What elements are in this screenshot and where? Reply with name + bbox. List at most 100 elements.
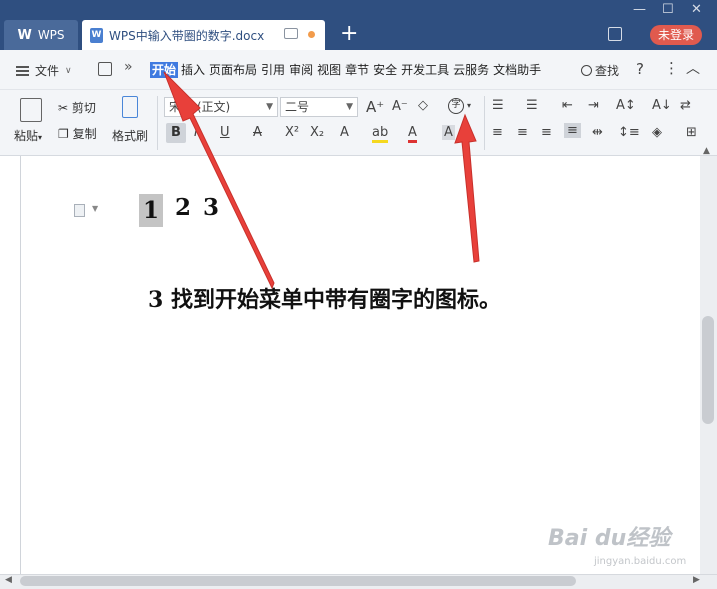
help-icon[interactable]: ? bbox=[636, 60, 644, 78]
font-name-select[interactable]: 宋体 (正文) ▼ bbox=[164, 97, 278, 117]
collapse-icon[interactable]: ︿ bbox=[686, 58, 700, 78]
clear-format-icon[interactable]: ◇ bbox=[418, 98, 428, 113]
wps-tab-label: WPS bbox=[37, 28, 65, 42]
line-spacing-icon[interactable]: ↕≡ bbox=[618, 125, 640, 140]
increase-indent-icon[interactable]: ⇥ bbox=[588, 98, 599, 113]
chevron-down-icon: ▼ bbox=[266, 102, 273, 112]
paragraph-icon[interactable] bbox=[74, 204, 85, 217]
title-bar: — ☐ ✕ W WPS W WPS中输入带圈的数字.docx + 未登录 bbox=[0, 0, 717, 50]
italic-icon[interactable]: I bbox=[194, 125, 198, 140]
tab-chapter[interactable]: 章节 bbox=[344, 62, 370, 78]
tab-references[interactable]: 引用 bbox=[260, 62, 286, 78]
wps-logo: W bbox=[17, 27, 32, 43]
circle-char-icon[interactable]: 字 bbox=[448, 98, 464, 114]
scroll-up-icon[interactable]: ▲ bbox=[703, 146, 710, 156]
document-numbers[interactable]: 1 2 3 bbox=[139, 194, 219, 227]
font-color-icon[interactable]: A bbox=[408, 125, 417, 143]
add-tab-icon[interactable]: + bbox=[340, 22, 358, 46]
monitor-icon[interactable] bbox=[284, 28, 298, 39]
number-2[interactable]: 2 bbox=[175, 194, 191, 227]
sort-icon[interactable]: A↓ bbox=[652, 98, 672, 113]
vertical-scroll-thumb[interactable] bbox=[702, 316, 714, 424]
grow-font-icon[interactable]: A⁺ bbox=[366, 98, 384, 116]
find-label: 查找 bbox=[595, 64, 620, 78]
ribbon-separator bbox=[484, 96, 485, 150]
document-canvas[interactable] bbox=[0, 156, 700, 574]
decrease-indent-icon[interactable]: ⇤ bbox=[562, 98, 573, 113]
underline-icon[interactable]: U bbox=[220, 125, 230, 140]
tab-cloud[interactable]: 云服务 bbox=[452, 62, 490, 78]
cut-label: 剪切 bbox=[71, 101, 96, 115]
subscript-icon[interactable]: X₂ bbox=[310, 125, 324, 140]
ribbon-toolbar: 粘贴▾ ✂ 剪切 ❐ 复制 格式刷 宋体 (正文) ▼ 二号 ▼ A⁺ A⁻ ◇… bbox=[0, 90, 717, 156]
window-layout-icon[interactable] bbox=[608, 27, 622, 41]
page-edge bbox=[20, 156, 21, 574]
save-icon[interactable] bbox=[98, 62, 112, 76]
doc-icon: W bbox=[90, 27, 103, 43]
bullet-list-icon[interactable]: ☰ bbox=[492, 98, 504, 113]
char-shading-icon[interactable]: A bbox=[442, 125, 455, 140]
find-button[interactable]: 查找 bbox=[581, 62, 619, 79]
format-painter-button[interactable]: 格式刷 bbox=[112, 127, 148, 144]
chevron-down-icon[interactable]: ▼ bbox=[92, 204, 98, 213]
chevron-down-icon: ▼ bbox=[346, 102, 353, 112]
highlight-icon[interactable]: ab bbox=[372, 125, 389, 143]
fill-icon[interactable]: ◈ bbox=[652, 125, 662, 140]
file-menu-label: 文件 bbox=[35, 64, 60, 78]
login-button[interactable]: 未登录 bbox=[650, 25, 702, 45]
format-painter-icon[interactable] bbox=[122, 96, 138, 118]
horizontal-scroll-thumb[interactable] bbox=[20, 576, 576, 586]
number-1[interactable]: 1 bbox=[139, 194, 164, 227]
text-effect-icon[interactable]: A bbox=[340, 125, 349, 140]
align-left-icon[interactable]: ≡ bbox=[492, 125, 503, 140]
shrink-font-icon[interactable]: A⁻ bbox=[392, 99, 408, 114]
number-3[interactable]: 3 bbox=[203, 194, 219, 227]
maximize-icon[interactable]: ☐ bbox=[662, 2, 674, 17]
align-right-icon[interactable]: ≡ bbox=[541, 125, 552, 140]
scroll-left-icon[interactable]: ◀ bbox=[5, 575, 12, 585]
tab-security[interactable]: 安全 bbox=[372, 62, 398, 78]
distribute-icon[interactable]: ⇹ bbox=[592, 125, 603, 140]
tab-page-layout[interactable]: 页面布局 bbox=[208, 62, 258, 78]
chevron-down-icon[interactable]: ▾ bbox=[467, 101, 471, 110]
copy-label: 复制 bbox=[72, 127, 97, 141]
menu-bar: 文件 ∨ » 开始 插入 页面布局 引用 审阅 视图 章节 安全 开发工具 云服… bbox=[0, 50, 717, 90]
wps-home-tab[interactable]: W WPS bbox=[4, 20, 78, 50]
tab-start[interactable]: 开始 bbox=[150, 62, 179, 78]
cut-button[interactable]: ✂ 剪切 bbox=[58, 99, 96, 116]
copy-icon: ❐ bbox=[58, 127, 69, 141]
copy-button[interactable]: ❐ 复制 bbox=[58, 125, 97, 142]
paste-button[interactable]: 粘贴▾ bbox=[14, 127, 42, 144]
document-tab[interactable]: W WPS中输入带圈的数字.docx bbox=[82, 20, 325, 50]
font-size-value: 二号 bbox=[285, 100, 310, 114]
instruction-text: 3 找到开始菜单中带有圈字的图标。 bbox=[148, 287, 501, 313]
tab-doc-assistant[interactable]: 文档助手 bbox=[492, 62, 542, 78]
strikethrough-icon[interactable]: A bbox=[253, 125, 262, 140]
change-case-icon[interactable]: A↕ bbox=[616, 98, 636, 113]
document-tab-title: WPS中输入带圈的数字.docx bbox=[109, 28, 265, 43]
justify-icon[interactable]: ≡ bbox=[564, 123, 581, 138]
tab-view[interactable]: 视图 bbox=[316, 62, 342, 78]
scroll-right-icon[interactable]: ▶ bbox=[693, 575, 700, 585]
font-name-value: 宋体 (正文) bbox=[169, 100, 231, 114]
font-size-select[interactable]: 二号 ▼ bbox=[280, 97, 358, 117]
close-icon[interactable]: ✕ bbox=[691, 2, 702, 17]
kebab-icon[interactable]: ⋮ bbox=[664, 59, 679, 77]
numbered-list-icon[interactable]: ☰ bbox=[526, 98, 538, 113]
minimize-icon[interactable]: — bbox=[633, 2, 646, 17]
file-menu[interactable]: 文件 ∨ bbox=[16, 62, 72, 79]
more-icon[interactable]: » bbox=[124, 59, 133, 75]
paste-icon[interactable] bbox=[20, 98, 42, 122]
bold-button[interactable]: B bbox=[166, 123, 186, 143]
align-center-icon[interactable]: ≡ bbox=[517, 125, 528, 140]
menu-tabs: 开始 插入 页面布局 引用 审阅 视图 章节 安全 开发工具 云服务 文档助手 bbox=[150, 62, 542, 78]
ribbon-separator bbox=[157, 96, 158, 150]
superscript-icon[interactable]: X² bbox=[285, 125, 299, 140]
tab-insert[interactable]: 插入 bbox=[180, 62, 206, 78]
text-direction-icon[interactable]: ⇄ bbox=[680, 98, 691, 113]
watermark-logo: Bai du经验 bbox=[548, 526, 671, 551]
chevron-down-icon: ∨ bbox=[65, 65, 72, 76]
tab-review[interactable]: 审阅 bbox=[288, 62, 314, 78]
border-icon[interactable]: ⊞ bbox=[686, 125, 697, 140]
tab-developer[interactable]: 开发工具 bbox=[400, 62, 450, 78]
